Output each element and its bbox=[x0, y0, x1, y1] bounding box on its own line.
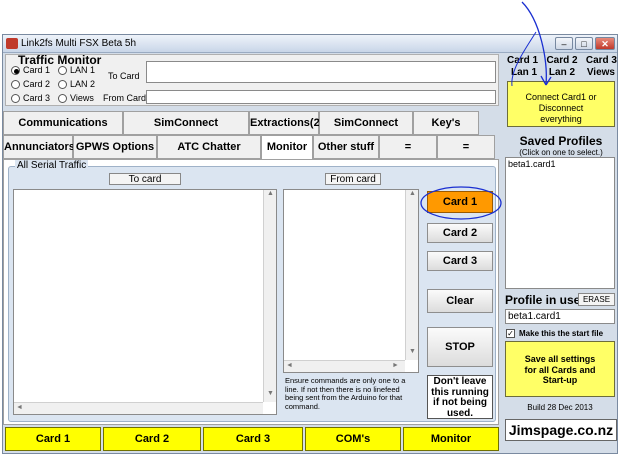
tab-keys-inputs[interactable]: Key's Inputs bbox=[413, 111, 479, 151]
profile-in-use-label: Profile in use bbox=[505, 293, 581, 307]
right-label-card1: Card 1 bbox=[507, 55, 539, 66]
radio-card1[interactable] bbox=[11, 66, 20, 75]
from-card-header: From card bbox=[325, 173, 381, 185]
from-card-hscroll[interactable]: ◄ ► bbox=[284, 360, 405, 372]
tab-gpws-options[interactable]: GPWS Options bbox=[73, 135, 157, 159]
radio-card3[interactable] bbox=[11, 94, 20, 103]
tab-equals-2[interactable]: = bbox=[437, 135, 495, 159]
radio-card2-label: Card 2 bbox=[23, 79, 51, 89]
traffic-monitor-panel: Traffic Monitor Card 1 LAN 1 Card 2 LAN … bbox=[5, 53, 499, 106]
all-serial-traffic-label: All Serial Traffic bbox=[15, 160, 89, 171]
from-card-field[interactable] bbox=[146, 90, 496, 104]
erase-button[interactable]: ERASE bbox=[578, 293, 615, 306]
right-top-labels-row2: Lan 1 Lan 2 Views bbox=[511, 67, 615, 78]
saved-profiles-hint: (Click on one to select.) bbox=[519, 148, 603, 157]
tab-annunciators[interactable]: Annunciators bbox=[3, 135, 75, 159]
to-card-field[interactable] bbox=[146, 61, 496, 83]
save-all-settings-button[interactable]: Save all settings for all Cards and Star… bbox=[505, 341, 615, 397]
monitor-tab-content: All Serial Traffic To card From card ▲ ▼… bbox=[3, 159, 499, 425]
tab-monitor[interactable]: Monitor bbox=[261, 135, 313, 160]
radio-card2[interactable] bbox=[11, 80, 20, 89]
radio-views-label: Views bbox=[70, 93, 94, 103]
radio-lan1[interactable] bbox=[58, 66, 67, 75]
right-label-views: Views bbox=[586, 67, 615, 78]
bottom-tab-monitor[interactable]: Monitor bbox=[403, 427, 499, 451]
window-title: Link2fs Multi FSX Beta 5h bbox=[21, 38, 137, 49]
right-label-card2: Card 2 bbox=[546, 55, 578, 66]
all-serial-traffic-group: All Serial Traffic To card From card ▲ ▼… bbox=[8, 160, 496, 422]
scroll-down-icon[interactable]: ▼ bbox=[406, 348, 419, 355]
right-label-lan2: Lan 2 bbox=[548, 67, 576, 78]
bottom-tab-card3[interactable]: Card 3 bbox=[203, 427, 303, 451]
to-card-label: To Card bbox=[108, 71, 140, 81]
connect-button[interactable]: Connect Card1 or Disconnect everything bbox=[507, 81, 615, 127]
site-label: Jimspage.co.nz bbox=[505, 419, 617, 441]
tab-simconnect-inputs[interactable]: SimConnect Inputs bbox=[319, 111, 413, 151]
radio-views[interactable] bbox=[58, 94, 67, 103]
from-card-label: From Card bbox=[103, 93, 147, 103]
tab-extractions-2[interactable]: Extractions(2) bbox=[249, 111, 323, 135]
profile-in-use-field[interactable]: beta1.card1 bbox=[505, 309, 615, 324]
radio-lan2-label: LAN 2 bbox=[70, 79, 96, 89]
scroll-down-icon[interactable]: ▼ bbox=[264, 390, 277, 397]
clear-button[interactable]: Clear bbox=[427, 289, 493, 313]
to-card-hscroll[interactable]: ◄ bbox=[14, 402, 263, 414]
scroll-up-icon[interactable]: ▲ bbox=[406, 190, 419, 197]
serial-note: Ensure commands are only one to a line. … bbox=[285, 376, 406, 411]
close-icon[interactable]: ✕ bbox=[595, 37, 615, 50]
minimize-icon[interactable]: – bbox=[555, 37, 573, 50]
scroll-left-icon[interactable]: ◄ bbox=[16, 404, 23, 411]
to-card-textarea[interactable]: ▲ ▼ ◄ bbox=[13, 189, 277, 415]
radio-card1-label: Card 1 bbox=[23, 65, 51, 75]
app-icon bbox=[6, 38, 18, 49]
to-card-header: To card bbox=[109, 173, 181, 185]
dont-leave-notice: Don't leave this running if not being us… bbox=[427, 375, 493, 419]
bottom-tab-card1[interactable]: Card 1 bbox=[5, 427, 101, 451]
tab-other-stuff[interactable]: Other stuff bbox=[313, 135, 379, 159]
from-card-vscroll[interactable]: ▲ ▼ bbox=[405, 190, 418, 360]
tab-communications-settings[interactable]: Communications Settings bbox=[3, 111, 123, 151]
saved-profiles-title: Saved Profiles bbox=[519, 134, 603, 148]
radio-lan2[interactable] bbox=[58, 80, 67, 89]
start-file-label: Make this the start file bbox=[519, 329, 604, 338]
start-file-checkbox[interactable]: ✓ bbox=[506, 329, 515, 338]
app-window: Link2fs Multi FSX Beta 5h – □ ✕ Traffic … bbox=[2, 34, 618, 454]
scroll-right-icon[interactable]: ► bbox=[392, 362, 399, 369]
from-card-textarea[interactable]: ▲ ▼ ◄ ► bbox=[283, 189, 419, 373]
bottom-tab-card2[interactable]: Card 2 bbox=[103, 427, 201, 451]
tab-equals-1[interactable]: = bbox=[379, 135, 437, 159]
to-card-vscroll[interactable]: ▲ ▼ bbox=[263, 190, 276, 402]
build-label: Build 28 Dec 2013 bbox=[527, 403, 593, 412]
card1-button[interactable]: Card 1 bbox=[427, 191, 493, 213]
tab-atc-chatter-options[interactable]: ATC Chatter Options bbox=[157, 135, 261, 175]
right-label-card3: Card 3 bbox=[585, 55, 617, 66]
profiles-listbox[interactable]: beta1.card1 bbox=[505, 157, 615, 289]
card3-button[interactable]: Card 3 bbox=[427, 251, 493, 271]
right-label-lan1: Lan 1 bbox=[511, 67, 538, 78]
scroll-left-icon[interactable]: ◄ bbox=[286, 362, 293, 369]
profile-item[interactable]: beta1.card1 bbox=[508, 159, 556, 169]
right-top-labels-row1: Card 1 Card 2 Card 3 bbox=[507, 55, 617, 66]
bottom-tab-coms[interactable]: COM's bbox=[305, 427, 401, 451]
stop-button[interactable]: STOP bbox=[427, 327, 493, 367]
tab-simconnect-extractions-1[interactable]: SimConnect Extractions(1) bbox=[123, 111, 249, 151]
scroll-up-icon[interactable]: ▲ bbox=[264, 190, 277, 197]
title-bar: Link2fs Multi FSX Beta 5h – □ ✕ bbox=[3, 35, 617, 53]
maximize-icon[interactable]: □ bbox=[575, 37, 593, 50]
card2-button[interactable]: Card 2 bbox=[427, 223, 493, 243]
radio-lan1-label: LAN 1 bbox=[70, 65, 96, 75]
radio-card3-label: Card 3 bbox=[23, 93, 51, 103]
